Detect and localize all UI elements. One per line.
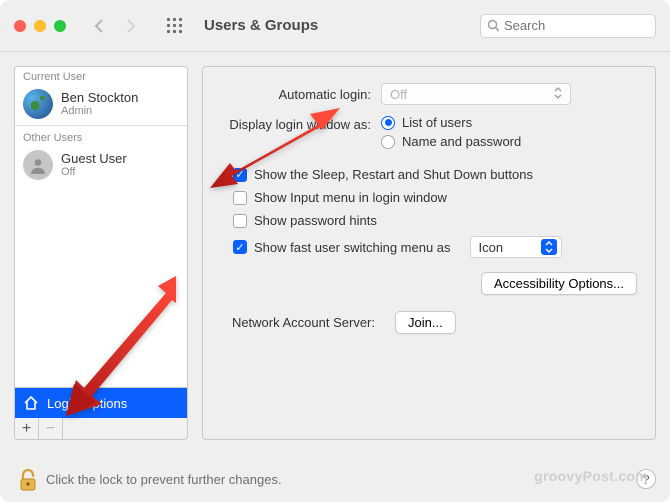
search-field[interactable]	[480, 14, 656, 38]
current-user-header: Current User	[15, 67, 187, 85]
user-role: Off	[61, 166, 127, 178]
radio-list-of-users[interactable]: List of users	[381, 115, 521, 130]
divider	[15, 125, 187, 126]
accessibility-options-button[interactable]: Accessibility Options...	[481, 272, 637, 295]
user-name: Ben Stockton	[61, 91, 138, 106]
chevron-updown-icon	[554, 87, 562, 101]
fast-switching-dropdown[interactable]: Icon	[470, 236, 562, 258]
add-user-button[interactable]: +	[15, 418, 39, 439]
display-window-radiogroup: List of users Name and password	[381, 115, 521, 149]
radio-name-password[interactable]: Name and password	[381, 134, 521, 149]
automatic-login-dropdown[interactable]: Off	[381, 83, 571, 105]
checkbox-label: Show Input menu in login window	[254, 190, 447, 205]
zoom-window-button[interactable]	[54, 20, 66, 32]
nav-buttons	[86, 12, 144, 40]
fast-switching-value: Icon	[479, 240, 504, 255]
user-name: Guest User	[61, 152, 127, 167]
login-options-label: Login Options	[47, 396, 127, 411]
radio-icon	[381, 116, 395, 130]
add-remove-bar: + −	[14, 418, 188, 440]
checkbox-password-hints[interactable]: Show password hints	[233, 213, 637, 228]
forward-button[interactable]	[116, 12, 144, 40]
avatar	[23, 89, 53, 119]
network-account-label: Network Account Server:	[221, 315, 385, 330]
radio-label: List of users	[402, 115, 472, 130]
close-window-button[interactable]	[14, 20, 26, 32]
minimize-window-button[interactable]	[34, 20, 46, 32]
radio-label: Name and password	[402, 134, 521, 149]
search-input[interactable]	[504, 18, 649, 33]
chevron-updown-icon	[541, 239, 557, 255]
titlebar: Users & Groups	[0, 0, 670, 52]
radio-icon	[381, 135, 395, 149]
checkbox-label: Show fast user switching menu as	[254, 240, 451, 255]
page-title: Users & Groups	[204, 17, 318, 34]
lock-text: Click the lock to prevent further change…	[46, 472, 282, 487]
user-role: Admin	[61, 105, 138, 117]
settings-panel: Automatic login: Off Display login windo…	[202, 66, 656, 440]
syspref-window: Users & Groups Current User Ben Stockton…	[0, 0, 670, 502]
checkbox-icon: ✓	[233, 240, 247, 254]
login-options-button[interactable]: Login Options	[14, 388, 188, 418]
automatic-login-value: Off	[390, 87, 407, 102]
checkbox-label: Show the Sleep, Restart and Shut Down bu…	[254, 167, 533, 182]
user-list: Current User Ben Stockton Admin Other Us…	[14, 66, 188, 388]
search-icon	[487, 19, 500, 32]
home-icon	[23, 395, 39, 411]
other-users-header: Other Users	[15, 128, 187, 146]
checkbox-label: Show password hints	[254, 213, 377, 228]
help-button[interactable]: ?	[636, 469, 656, 489]
checkbox-sleep-restart-shutdown[interactable]: ✓ Show the Sleep, Restart and Shut Down …	[233, 167, 637, 182]
remove-user-button[interactable]: −	[39, 418, 63, 439]
automatic-login-label: Automatic login:	[221, 87, 381, 102]
display-window-label: Display login window as:	[221, 115, 381, 132]
checkbox-icon	[233, 214, 247, 228]
checkbox-input-menu[interactable]: Show Input menu in login window	[233, 190, 637, 205]
sidebar: Current User Ben Stockton Admin Other Us…	[14, 66, 188, 440]
back-button[interactable]	[86, 12, 114, 40]
checkbox-icon: ✓	[233, 168, 247, 182]
guest-avatar-icon	[23, 150, 53, 180]
lock-button[interactable]	[18, 468, 36, 490]
user-row-guest[interactable]: Guest User Off	[15, 146, 187, 184]
footer: Click the lock to prevent further change…	[18, 468, 656, 490]
checkbox-icon	[233, 191, 247, 205]
user-row-current[interactable]: Ben Stockton Admin	[15, 85, 187, 123]
join-button[interactable]: Join...	[395, 311, 456, 334]
checkbox-fast-user-switching[interactable]: ✓ Show fast user switching menu as Icon	[233, 236, 637, 258]
window-controls	[14, 20, 66, 32]
show-all-prefs-button[interactable]	[160, 12, 188, 40]
